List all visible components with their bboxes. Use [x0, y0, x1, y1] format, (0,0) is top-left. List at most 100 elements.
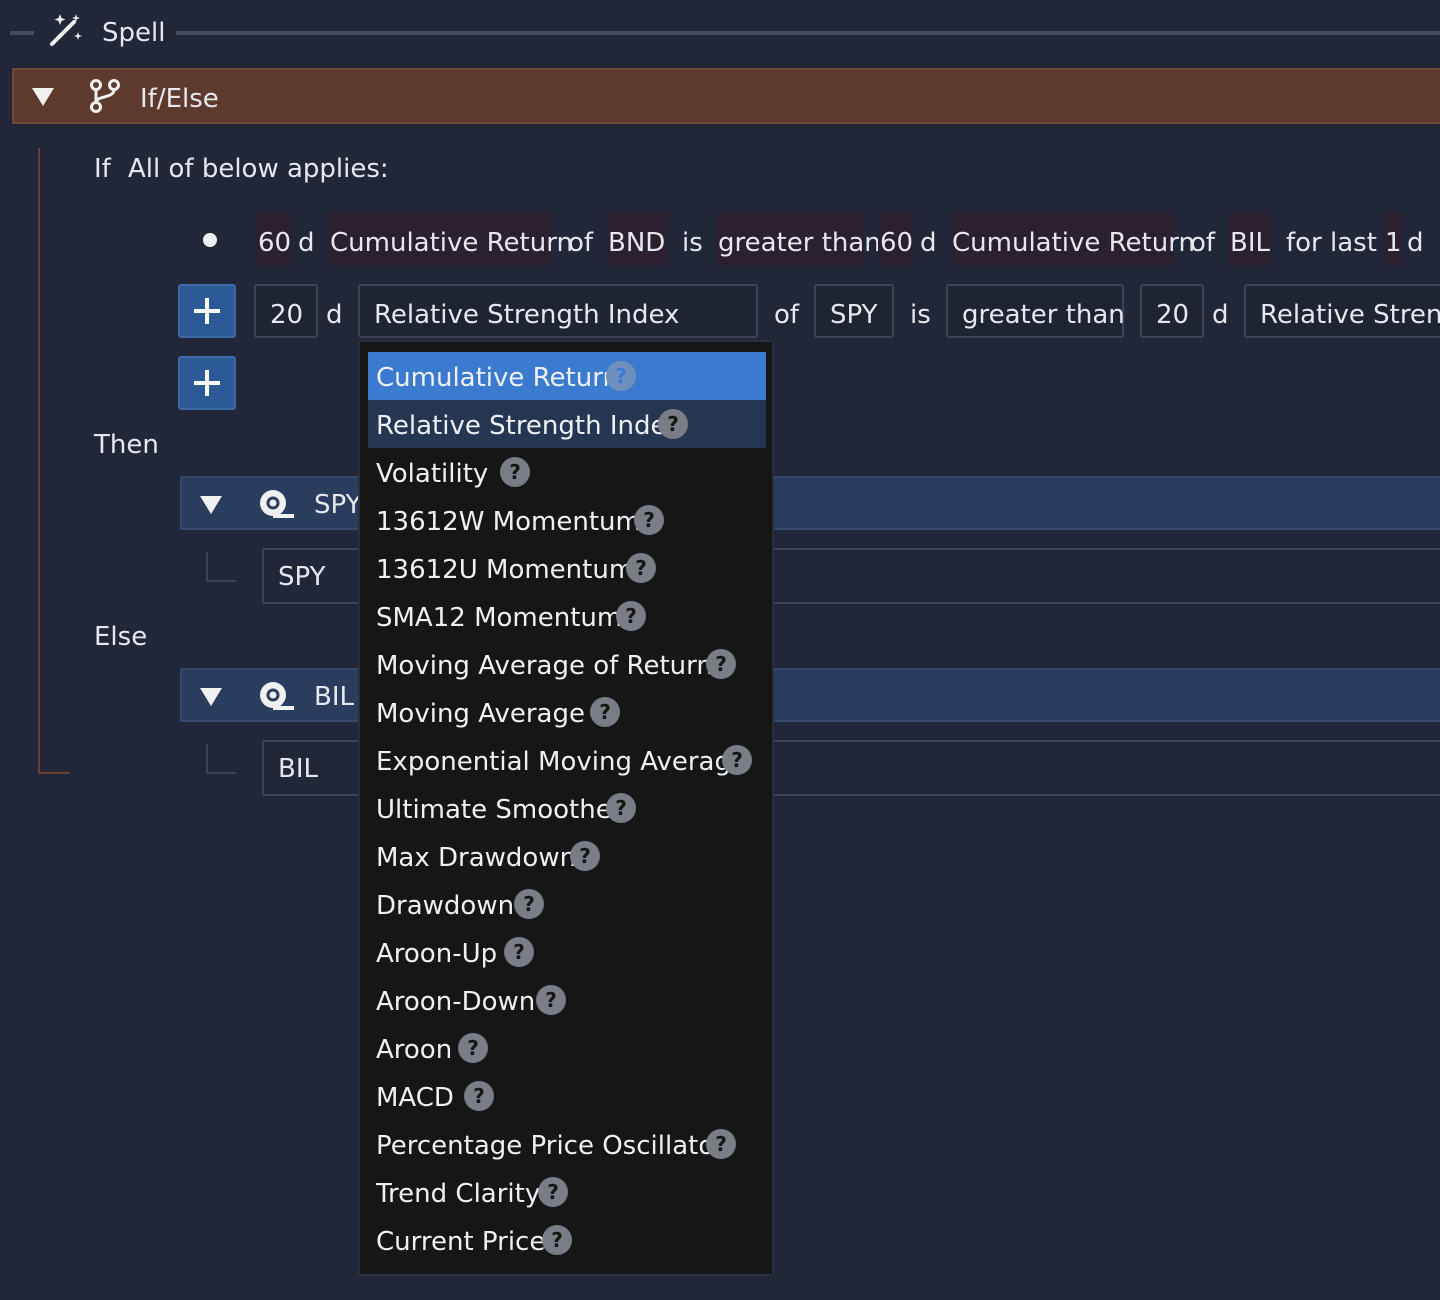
metric-dropdown[interactable]: Cumulative Return? Relative Strength Inde… [358, 340, 774, 1276]
help-icon[interactable]: ? [722, 745, 752, 775]
help-icon[interactable]: ? [706, 1129, 736, 1159]
help-icon[interactable]: ? [514, 889, 544, 919]
dropdown-option[interactable]: Aroon-Up? [368, 928, 766, 976]
dropdown-option-label: 13612W Momentum [376, 507, 641, 537]
if-label: If [94, 154, 111, 184]
applies-label[interactable]: All of below applies: [128, 156, 389, 182]
spell-divider-left [10, 31, 34, 35]
rule2-is: is [910, 300, 931, 330]
help-icon[interactable]: ? [616, 601, 646, 631]
dropdown-option[interactable]: Aroon? [368, 1024, 766, 1072]
help-icon[interactable]: ? [606, 793, 636, 823]
rule1-unit1: d [298, 228, 315, 258]
rule1-duration: 1 [1385, 228, 1402, 258]
help-icon[interactable]: ? [706, 649, 736, 679]
dropdown-option[interactable]: SMA12 Momentum? [368, 592, 766, 640]
rule2-period2: 20 [1156, 300, 1190, 330]
rule1-metric1: Cumulative Return [330, 228, 573, 258]
dropdown-option-label: Trend Clarity [376, 1179, 541, 1209]
then-asset-label: SPY [314, 490, 362, 520]
dropdown-option-label: Percentage Price Oscillator [376, 1131, 725, 1161]
dropdown-option[interactable]: Max Drawdown? [368, 832, 766, 880]
ifelse-tree-line [38, 148, 70, 774]
help-icon[interactable]: ? [570, 841, 600, 871]
rule1-metric2: Cumulative Return [952, 228, 1195, 258]
dropdown-option-label: Volatility [376, 459, 489, 489]
dropdown-option-label: Aroon-Up [376, 939, 498, 969]
dropdown-option[interactable]: Cumulative Return? [368, 352, 766, 400]
dropdown-option-label: Max Drawdown [376, 843, 577, 873]
help-icon[interactable]: ? [458, 1033, 488, 1063]
dropdown-option[interactable]: Trend Clarity? [368, 1168, 766, 1216]
rule1-for-last: for last [1286, 228, 1377, 258]
dropdown-option[interactable]: MACD? [368, 1072, 766, 1120]
dropdown-option[interactable]: Moving Average? [368, 688, 766, 736]
rule2-metric2: Relative Streng [1260, 300, 1440, 330]
dropdown-option-label: 13612U Momentum [376, 555, 635, 585]
dropdown-option-label: Current Price [376, 1227, 546, 1257]
rule2-period1: 20 [270, 300, 304, 330]
add-rule-button[interactable] [178, 284, 236, 338]
rule1-of1: of [568, 228, 594, 258]
collapse-triangle-icon[interactable] [200, 496, 222, 514]
spell-label: Spell [102, 18, 166, 48]
asset-icon [260, 682, 294, 710]
dropdown-option[interactable]: 13612U Momentum? [368, 544, 766, 592]
bullet-icon [203, 233, 217, 247]
help-icon[interactable]: ? [536, 985, 566, 1015]
dropdown-option-label: Cumulative Return [376, 363, 619, 393]
dropdown-option-label: Moving Average of Returns [376, 651, 727, 681]
dropdown-option[interactable]: Current Price? [368, 1216, 766, 1264]
help-icon[interactable]: ? [542, 1225, 572, 1255]
dropdown-option[interactable]: Moving Average of Returns? [368, 640, 766, 688]
rule1-unit2: d [920, 228, 937, 258]
help-icon[interactable]: ? [590, 697, 620, 727]
then-ticker: SPY [278, 562, 326, 592]
tree-connector [206, 552, 236, 582]
dropdown-option[interactable]: Volatility? [368, 448, 766, 496]
help-icon[interactable]: ? [504, 937, 534, 967]
help-icon[interactable]: ? [658, 409, 688, 439]
dropdown-option-label: Relative Strength Index [376, 411, 682, 441]
dropdown-option[interactable]: Ultimate Smoother? [368, 784, 766, 832]
dropdown-option-label: Aroon-Down [376, 987, 536, 1017]
help-icon[interactable]: ? [538, 1177, 568, 1207]
dropdown-option-label: Exponential Moving Average [376, 747, 747, 777]
help-icon[interactable]: ? [606, 361, 636, 391]
dropdown-option[interactable]: Drawdown? [368, 880, 766, 928]
then-label: Then [94, 430, 159, 460]
dropdown-option[interactable]: Exponential Moving Average? [368, 736, 766, 784]
ifelse-label: If/Else [140, 84, 219, 114]
add-condition-button[interactable] [178, 356, 236, 410]
dropdown-option[interactable]: Percentage Price Oscillator? [368, 1120, 766, 1168]
rule1-is: is [682, 228, 703, 258]
rule2-asset1: SPY [830, 300, 878, 330]
collapse-triangle-icon[interactable] [200, 688, 222, 706]
rule2-metric1: Relative Strength Index [374, 300, 680, 330]
dropdown-option-label: MACD [376, 1083, 454, 1113]
asset-icon [260, 490, 294, 518]
else-ticker: BIL [278, 754, 318, 784]
dropdown-option[interactable]: 13612W Momentum? [368, 496, 766, 544]
rule1-comparator: greater than [718, 228, 881, 258]
collapse-triangle-icon[interactable] [32, 88, 54, 106]
dropdown-option[interactable]: Relative Strength Index? [368, 400, 766, 448]
help-icon[interactable]: ? [500, 457, 530, 487]
help-icon[interactable]: ? [634, 505, 664, 535]
dropdown-option[interactable]: Aroon-Down? [368, 976, 766, 1024]
help-icon[interactable]: ? [464, 1081, 494, 1111]
rule1-duration-unit: d [1407, 228, 1424, 258]
rule1-of2: of [1190, 228, 1216, 258]
help-icon[interactable]: ? [626, 553, 656, 583]
spell-divider-right [176, 31, 1440, 35]
else-label: Else [94, 622, 148, 652]
dropdown-option-label: SMA12 Momentum [376, 603, 623, 633]
rule2-unit1: d [326, 300, 343, 330]
else-asset-label: BIL [314, 682, 354, 712]
ifelse-header[interactable]: If/Else [12, 68, 1440, 124]
dropdown-option-label: Aroon [376, 1035, 453, 1065]
branch-icon [90, 79, 120, 113]
dropdown-option-label: Ultimate Smoother [376, 795, 623, 825]
rule2-unit2: d [1212, 300, 1229, 330]
tree-connector [206, 744, 236, 774]
